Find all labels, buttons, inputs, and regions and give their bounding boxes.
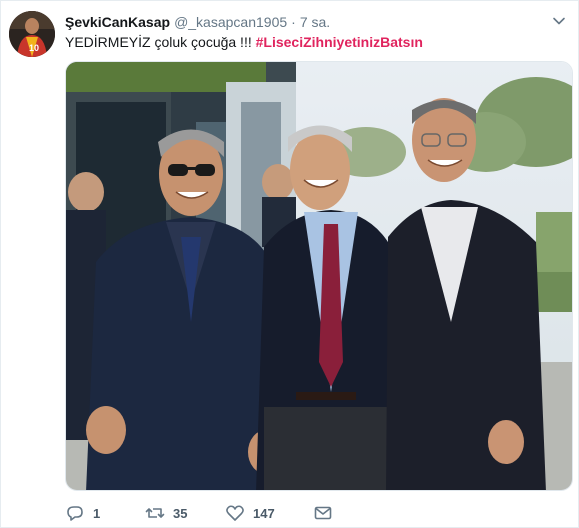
- retweet-count: 35: [173, 505, 188, 521]
- like-button[interactable]: 147: [225, 499, 313, 527]
- svg-text:10: 10: [29, 43, 39, 53]
- tweet-header: ŞevkiCanKasap @_kasapcan1905 · 7 sa.: [65, 12, 330, 32]
- heart-icon: [226, 505, 244, 521]
- author-display-name[interactable]: ŞevkiCanKasap: [65, 12, 170, 32]
- avatar-image: 10: [9, 11, 55, 57]
- reply-count: 1: [93, 505, 101, 521]
- tweet-body: YEDİRMEYİZ çoluk çocuğa !!!: [65, 34, 256, 50]
- tweet-actions: 1 35 147: [65, 499, 353, 527]
- tweet-photo[interactable]: [65, 61, 573, 491]
- author-handle[interactable]: @_kasapcan1905: [174, 12, 287, 32]
- retweet-button[interactable]: 35: [145, 499, 225, 527]
- chevron-down-icon[interactable]: [552, 14, 566, 28]
- retweet-icon: [145, 508, 165, 518]
- envelope-icon: [314, 506, 332, 520]
- reply-button[interactable]: 1: [65, 499, 145, 527]
- author-avatar[interactable]: 10: [9, 11, 55, 57]
- hashtag-link[interactable]: #LiseciZihniyetinizBatsın: [256, 34, 423, 50]
- tweet-timestamp[interactable]: 7 sa.: [300, 12, 330, 32]
- photo-image: [66, 62, 572, 490]
- header-separator: ·: [291, 14, 296, 30]
- direct-message-button[interactable]: [313, 499, 353, 527]
- tweet-text: YEDİRMEYİZ çoluk çocuğa !!! #LiseciZihni…: [65, 32, 423, 52]
- reply-icon: [67, 506, 83, 521]
- like-count: 147: [253, 505, 275, 521]
- tweet-card[interactable]: 10 ŞevkiCanKasap @_kasapcan1905 · 7 sa. …: [0, 0, 579, 528]
